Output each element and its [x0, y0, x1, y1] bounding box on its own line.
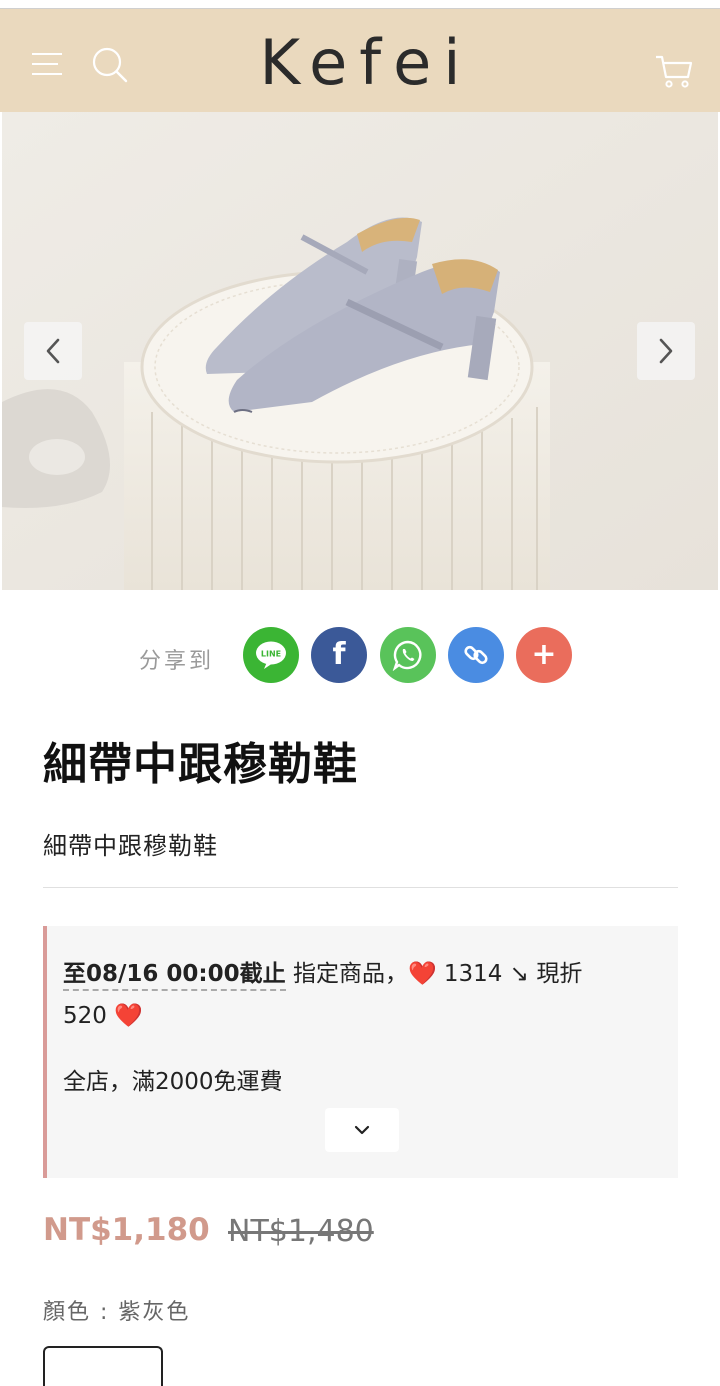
prev-image-button[interactable] — [24, 322, 82, 380]
share-line-button[interactable]: LINE — [243, 627, 299, 683]
promo-line-3: 全店，滿2000免運費 — [63, 1069, 283, 1095]
promo-text: 指定商品，❤️ 1314 ↘ 現折 — [285, 961, 583, 987]
site-header: Kefei — [0, 9, 720, 112]
share-whatsapp-button[interactable] — [380, 627, 436, 683]
sale-price: NT$1,180 — [43, 1212, 210, 1248]
chevron-down-icon — [354, 1125, 370, 1135]
whatsapp-icon — [392, 640, 422, 671]
promo-expand-button[interactable] — [325, 1108, 399, 1152]
variant-label: 顏色 : 紫灰色 — [43, 1300, 191, 1325]
promo-line-1: 至08/16 00:00截止 指定商品，❤️ 1314 ↘ 現折 — [63, 954, 583, 991]
original-price: NT$1,480 — [228, 1214, 374, 1249]
promo-line-2: 520 ❤️ — [63, 1003, 143, 1029]
svg-text:LINE: LINE — [261, 650, 281, 659]
product-title: 細帶中跟穆勒鞋 — [43, 739, 358, 790]
cart-icon[interactable] — [654, 53, 694, 89]
status-strip — [0, 0, 720, 9]
share-copy-link-button[interactable] — [448, 627, 504, 683]
facebook-icon: f — [332, 637, 346, 672]
product-subtitle: 細帶中跟穆勒鞋 — [43, 832, 218, 860]
variant-option[interactable] — [43, 1346, 163, 1386]
link-icon — [464, 645, 488, 665]
share-label: 分享到 — [139, 649, 215, 674]
next-image-button[interactable] — [637, 322, 695, 380]
share-more-button[interactable]: + — [516, 627, 572, 683]
plus-icon: + — [531, 637, 557, 672]
divider — [43, 887, 678, 888]
line-icon: LINE — [256, 641, 286, 669]
share-facebook-button[interactable]: f — [311, 627, 367, 683]
brand-logo[interactable]: Kefei — [0, 28, 720, 98]
chevron-right-icon — [659, 338, 673, 364]
product-image — [2, 112, 718, 590]
promo-box: 至08/16 00:00截止 指定商品，❤️ 1314 ↘ 現折 520 ❤️ … — [43, 926, 678, 1178]
promo-deadline[interactable]: 至08/16 00:00截止 — [63, 961, 286, 991]
chevron-left-icon — [46, 338, 60, 364]
product-image-gallery[interactable] — [2, 112, 718, 590]
